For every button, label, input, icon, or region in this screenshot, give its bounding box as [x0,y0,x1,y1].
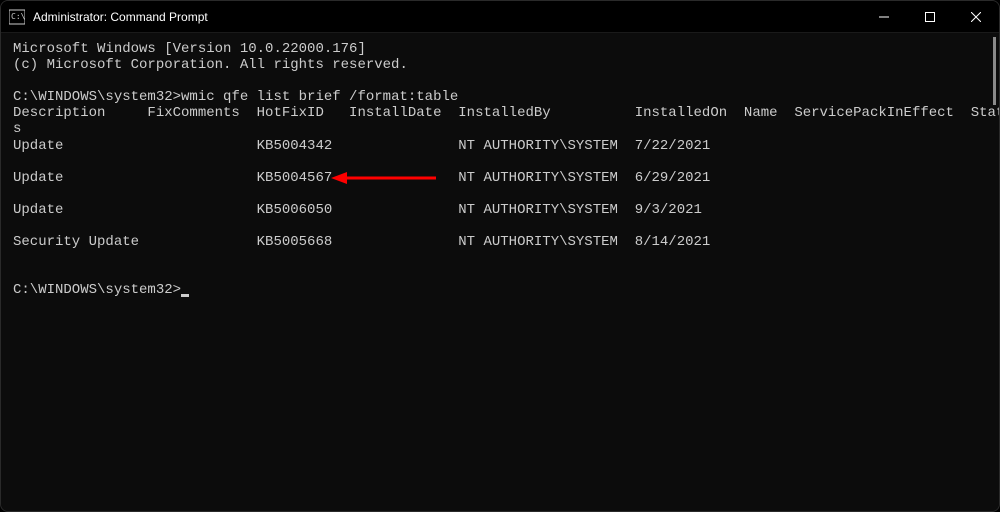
columns-header-2: s [13,121,987,137]
cmd-icon: C:\ [9,9,25,25]
window-title: Administrator: Command Prompt [33,10,861,24]
table-row: Update KB5004342 NT AUTHORITY\SYSTEM 7/2… [13,138,987,154]
copyright-line: (c) Microsoft Corporation. All rights re… [13,57,987,73]
scrollbar-thumb[interactable] [993,37,996,105]
columns-header-1: Description FixComments HotFixID Install… [13,105,987,121]
window-controls [861,1,999,32]
maximize-button[interactable] [907,1,953,32]
command-prompt-window: C:\ Administrator: Command Prompt Micros… [0,0,1000,512]
table-row [13,186,987,202]
prompt-line: C:\WINDOWS\system32> [13,282,987,298]
blank-line [13,266,987,282]
terminal-body[interactable]: Microsoft Windows [Version 10.0.22000.17… [1,33,999,511]
table-row [13,154,987,170]
svg-text:C:\: C:\ [11,12,25,21]
blank-line [13,250,987,266]
titlebar[interactable]: C:\ Administrator: Command Prompt [1,1,999,33]
blank-line [13,73,987,89]
table-row: Security Update KB5005668 NT AUTHORITY\S… [13,234,987,250]
cursor-icon [181,294,189,297]
close-button[interactable] [953,1,999,32]
version-line: Microsoft Windows [Version 10.0.22000.17… [13,41,987,57]
minimize-button[interactable] [861,1,907,32]
table-row [13,218,987,234]
table-row: Update KB5006050 NT AUTHORITY\SYSTEM 9/3… [13,202,987,218]
table-row: Update KB5004567 NT AUTHORITY\SYSTEM 6/2… [13,170,987,186]
command-line: C:\WINDOWS\system32>wmic qfe list brief … [13,89,987,105]
